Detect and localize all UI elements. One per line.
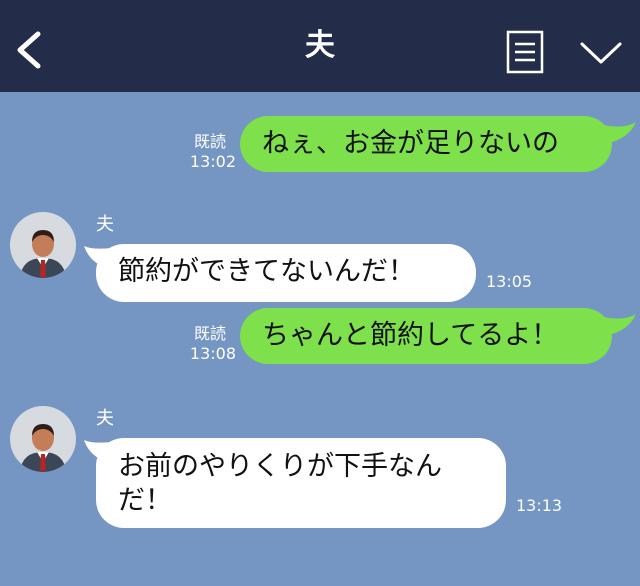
message-text: 節約ができてないんだ！ [118, 256, 415, 287]
chevron-down-icon[interactable] [578, 36, 624, 68]
incoming-message[interactable]: お前のやりくりが下手なんだ！ [96, 438, 506, 528]
avatar[interactable] [10, 406, 76, 472]
message-time: 13:02 [189, 152, 236, 171]
sender-name: 夫 [96, 214, 114, 235]
incoming-message[interactable]: 節約ができてないんだ！ [96, 244, 476, 302]
avatar[interactable] [10, 212, 76, 278]
chat-title: 夫 [305, 28, 335, 63]
chat-header: 夫 [0, 0, 640, 92]
message-text: ちゃんと節約してるよ！ [262, 320, 559, 351]
read-receipt: 既読 [193, 324, 226, 343]
bubble-tail [598, 122, 636, 144]
read-receipt: 既読 [193, 132, 226, 151]
message-text: お前のやりくりが下手なんだ！ [118, 451, 442, 516]
menu-list-icon[interactable] [506, 30, 544, 74]
bubble-tail [598, 314, 636, 336]
message-time: 13:13 [516, 496, 563, 515]
sender-name: 夫 [96, 408, 114, 429]
message-time: 13:08 [189, 344, 236, 363]
message-text: ねぇ、お金が足りないの [262, 128, 559, 159]
avatar-icon [20, 424, 66, 472]
outgoing-message[interactable]: ねぇ、お金が足りないの [240, 116, 612, 172]
outgoing-message[interactable]: ちゃんと節約してるよ！ [240, 308, 612, 364]
avatar-icon [20, 230, 66, 278]
message-time: 13:05 [486, 272, 533, 291]
